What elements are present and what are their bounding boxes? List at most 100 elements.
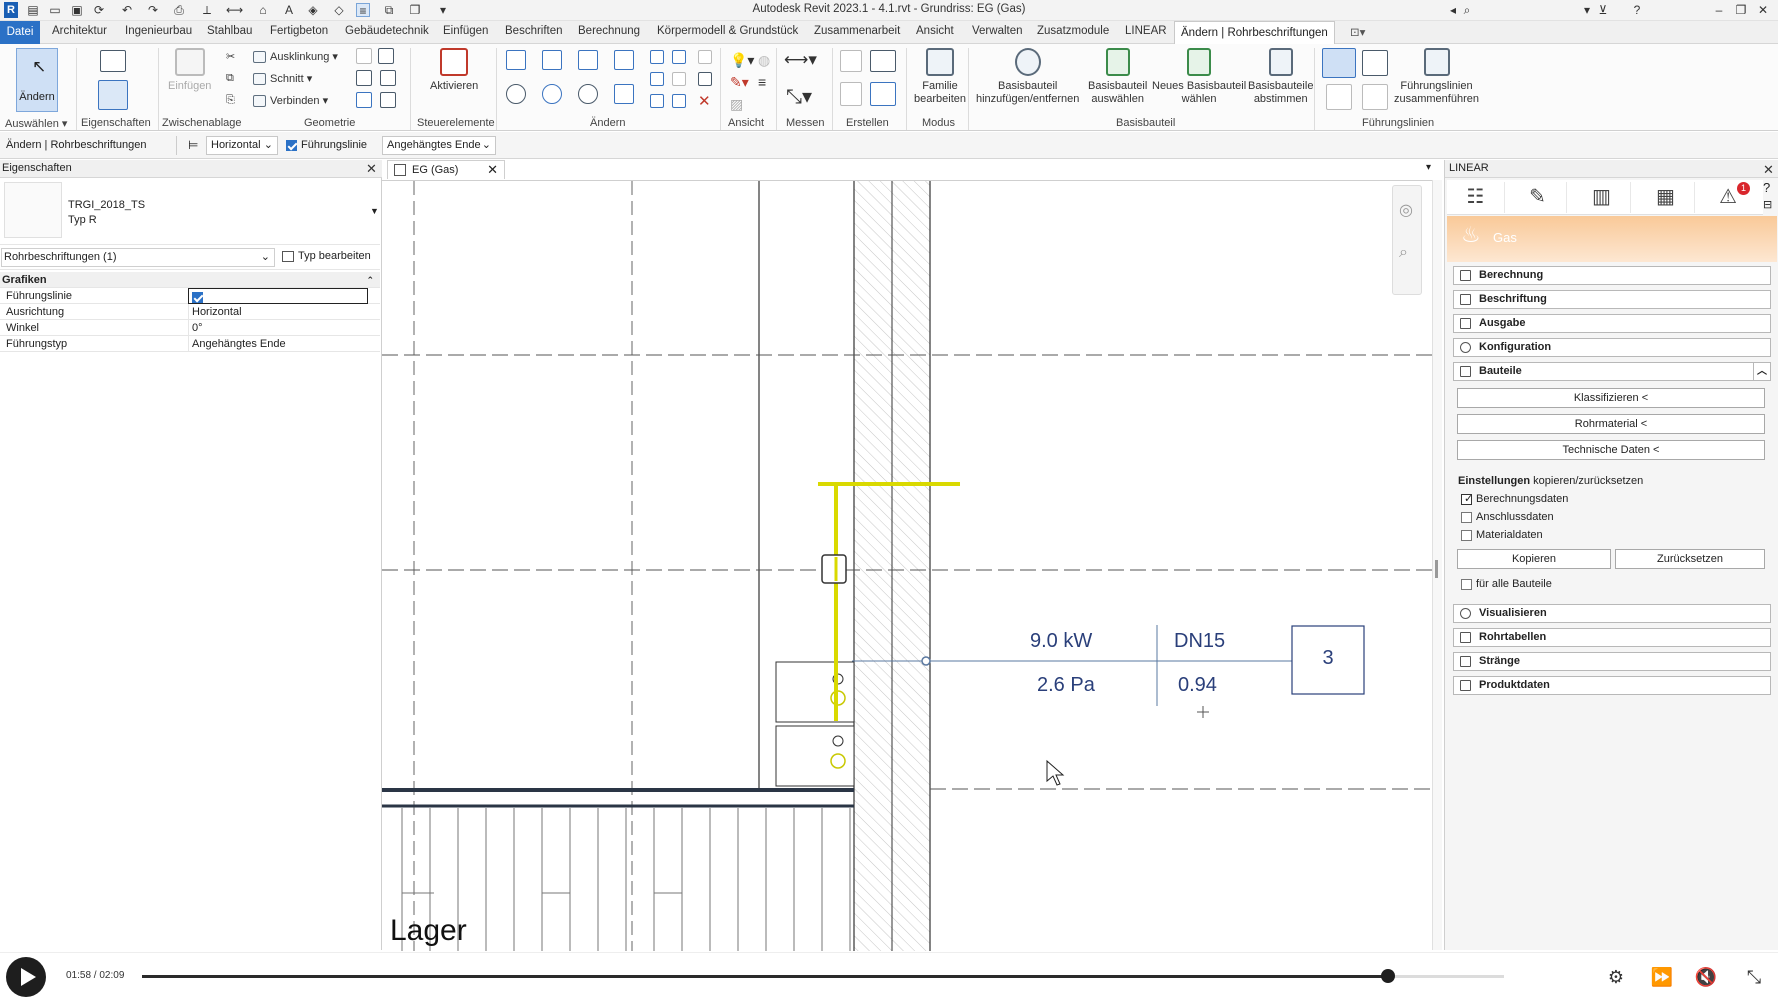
schnitt-button[interactable]: Schnitt ▾ — [253, 72, 312, 86]
basisbauteil-hinzufuegen-button[interactable]: Basisbauteil hinzufügen/entfernen — [976, 48, 1079, 106]
leader-type-select[interactable]: Angehängtes Ende ⌄ — [382, 136, 496, 155]
scrollbar-thumb[interactable] — [1435, 560, 1438, 578]
type-selector[interactable]: TRGI_2018_TS Typ R ▼ — [0, 178, 380, 242]
orientation-select[interactable]: Horizontal ⌄ — [206, 136, 278, 155]
check-anschlussdaten[interactable]: Anschlussdaten — [1461, 511, 1554, 523]
technische-daten-button[interactable]: Technische Daten < — [1457, 440, 1765, 460]
check-berechnungsdaten[interactable]: ✓ Berechnungsdaten — [1461, 493, 1568, 505]
measure-distance-icon[interactable]: ⟷▾ — [784, 50, 817, 70]
align-icon[interactable] — [506, 50, 526, 70]
vertical-scrollbar[interactable] — [1432, 180, 1442, 950]
rohrmaterial-button[interactable]: Rohrmaterial < — [1457, 414, 1765, 434]
view-tool-icon[interactable]: ≡ — [758, 74, 766, 90]
dimension-tool-icon[interactable]: ⤡▾ — [786, 84, 812, 109]
geometry-tool-icon[interactable] — [356, 70, 372, 86]
leader-remove-icon[interactable] — [1362, 84, 1388, 110]
extend-icon[interactable] — [650, 94, 664, 108]
neues-basisbauteil-button[interactable]: Neues Basisbauteil wählen — [1152, 48, 1246, 106]
hide-element-icon[interactable]: 💡▾ — [730, 52, 754, 69]
kopieren-button[interactable]: Kopieren — [1457, 549, 1611, 569]
create-similar-icon[interactable] — [840, 82, 862, 106]
exit-fullscreen-icon[interactable]: ⤡ — [1742, 965, 1766, 989]
check-alle-bauteile[interactable]: für alle Bauteile — [1461, 578, 1552, 590]
tab-linear[interactable]: LINEAR — [1125, 25, 1167, 37]
play-button[interactable] — [6, 957, 46, 997]
tab-verwalten[interactable]: Verwalten — [972, 25, 1023, 37]
zoom-icon[interactable]: ⌕ — [1399, 244, 1408, 262]
steering-wheel-icon[interactable]: ◎ — [1399, 200, 1413, 220]
tab-einfuegen[interactable]: Einfügen — [443, 25, 488, 37]
check-materialdaten[interactable]: Materialdaten — [1461, 529, 1543, 541]
close-icon[interactable]: ✕ — [487, 161, 498, 179]
delete-icon[interactable]: ✕ — [698, 92, 711, 110]
library-icon[interactable]: ▥ — [1573, 182, 1631, 213]
close-icon[interactable]: ✕ — [1763, 161, 1774, 178]
prop-checkbox[interactable] — [188, 288, 368, 304]
copy-element-icon[interactable] — [542, 84, 562, 104]
edit-type-button[interactable]: Typ bearbeiten — [282, 248, 376, 267]
binoculars-icon[interactable]: ⌕ — [1460, 3, 1474, 17]
geometry-tool-icon[interactable] — [380, 70, 396, 86]
scale-icon[interactable] — [672, 72, 686, 86]
section-produktdaten[interactable]: Produktdaten — [1453, 676, 1771, 695]
chevron-left-icon[interactable]: ◂ — [1446, 3, 1460, 17]
view-tabs-menu-icon[interactable]: ▾ — [1426, 162, 1431, 173]
collapse-panel-icon[interactable]: ⊟ — [1763, 198, 1772, 211]
group-auswaehlen[interactable]: Auswählen ▾ — [5, 117, 67, 130]
match-properties-icon[interactable]: ⎘ — [226, 94, 235, 107]
basisbauteil-auswaehlen-button[interactable]: Basisbauteil auswählen — [1088, 48, 1147, 106]
section-rohrtabellen[interactable]: Rohrtabellen — [1453, 628, 1771, 647]
section-konfiguration[interactable]: Konfiguration — [1453, 338, 1771, 357]
verbinden-button[interactable]: Verbinden ▾ — [253, 94, 328, 108]
fuehrungslinien-zusammenfuehren-button[interactable]: Führungslinien zusammenführen — [1394, 48, 1479, 106]
trim-icon[interactable] — [614, 84, 634, 104]
pencil-icon[interactable]: ✎ — [1509, 182, 1567, 213]
geometry-tool-icon[interactable] — [356, 48, 372, 64]
section-visualisieren[interactable]: Visualisieren — [1453, 604, 1771, 623]
dropdown-icon[interactable]: ▾ — [1580, 3, 1594, 17]
copy-icon[interactable]: ⧉ — [226, 72, 234, 85]
tab-beschriften[interactable]: Beschriften — [505, 25, 563, 37]
mirror-draw-icon[interactable] — [614, 50, 634, 70]
cut-icon[interactable]: ✂ — [226, 50, 235, 63]
tab-architektur[interactable]: Architektur — [52, 25, 107, 37]
split-gap-icon[interactable] — [672, 50, 686, 64]
tab-datei[interactable]: Datei — [0, 21, 40, 44]
view-tab[interactable]: EG (Gas) ✕ — [387, 160, 505, 179]
rotate-icon[interactable] — [578, 84, 598, 104]
modify-button[interactable]: ↖ Ändern — [16, 48, 58, 112]
instance-filter-select[interactable]: Rohrbeschriftungen (1) ⌄ — [1, 248, 275, 267]
skip-forward-icon[interactable]: ⏩ — [1650, 965, 1674, 989]
close-icon[interactable]: ✕ — [366, 161, 377, 177]
geometry-tool-icon[interactable] — [378, 48, 394, 64]
zuruecksetzen-button[interactable]: Zurücksetzen — [1615, 549, 1765, 569]
group-grafiken[interactable]: Grafiken ⌃ — [0, 272, 380, 288]
help-icon[interactable]: ? — [1763, 180, 1770, 195]
prop-value[interactable]: Horizontal — [188, 304, 368, 320]
section-bauteile[interactable]: Bauteile ︿ — [1453, 362, 1771, 381]
restore-icon[interactable]: ❐ — [1734, 3, 1748, 17]
prop-value[interactable]: Angehängtes Ende — [188, 336, 368, 352]
aktivieren-button[interactable]: Aktivieren — [430, 48, 478, 93]
help-icon[interactable]: ? — [1630, 3, 1644, 17]
ausklinkung-button[interactable]: Ausklinkung ▾ — [253, 50, 338, 64]
trim-multi-icon[interactable] — [672, 94, 686, 108]
progress-track[interactable] — [142, 969, 1504, 983]
mirror-axis-icon[interactable] — [578, 50, 598, 70]
section-ausgabe[interactable]: Ausgabe — [1453, 314, 1771, 333]
tab-gebaeudetechnik[interactable]: Gebäudetechnik — [345, 25, 429, 37]
section-straenge[interactable]: Stränge — [1453, 652, 1771, 671]
mute-icon[interactable]: 🔇 — [1694, 965, 1718, 989]
create-part-icon[interactable] — [840, 50, 862, 72]
tab-ansicht[interactable]: Ansicht — [916, 25, 954, 37]
close-window-icon[interactable]: ✕ — [1756, 3, 1770, 17]
leader-checkbox[interactable]: Führungslinie — [286, 139, 367, 151]
section-berechnung[interactable]: Berechnung — [1453, 266, 1771, 285]
properties-icon[interactable] — [98, 80, 128, 110]
collapse-icon[interactable]: ︿ — [1753, 362, 1771, 381]
basisbauteile-abstimmen-button[interactable]: Basisbauteile abstimmen — [1248, 48, 1313, 106]
tab-aendern-rohrbeschriftungen[interactable]: Ändern | Rohrbeschriftungen — [1174, 21, 1335, 44]
settings-gear-icon[interactable]: ⚙ — [1604, 965, 1628, 989]
tab-stahlbau[interactable]: Stahlbau — [207, 25, 252, 37]
pin-icon[interactable] — [698, 72, 712, 86]
